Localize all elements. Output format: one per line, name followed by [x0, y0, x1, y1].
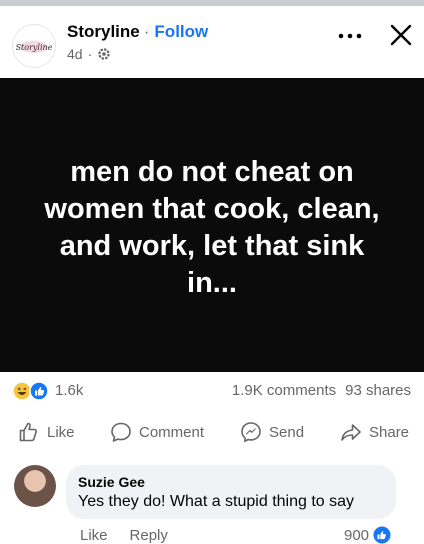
shares-count[interactable]: 93 shares [345, 382, 411, 399]
comment-label: Comment [139, 423, 205, 441]
comment-bubble-icon [111, 422, 131, 442]
more-dots-icon [338, 33, 362, 39]
reaction-count[interactable]: 1.6k [55, 382, 83, 399]
post-meta: 4d · [67, 46, 111, 62]
comment-reaction-summary[interactable]: 900 [344, 526, 391, 544]
comment-button[interactable]: Comment [110, 416, 204, 448]
more-options-button[interactable] [336, 24, 364, 48]
comments-count[interactable]: 1.9K comments [232, 382, 336, 399]
share-button[interactable]: Share [340, 416, 409, 448]
post-header: Storyline Storyline · Follow 4d · [0, 6, 424, 78]
meta-separator: · [87, 46, 93, 62]
page-avatar[interactable]: Storyline [12, 24, 56, 68]
commenter-name[interactable]: Suzie Gee [78, 474, 145, 490]
send-button[interactable]: Send [240, 416, 304, 448]
reactions-row: 1.6k 1.9K comments 93 shares [0, 378, 424, 404]
post-image-text: men do not cheat on women that cook, cle… [44, 155, 380, 299]
post-age[interactable]: 4d [67, 46, 83, 62]
like-label: Like [47, 423, 75, 441]
like-badge-icon [373, 526, 391, 544]
close-button[interactable] [386, 20, 416, 50]
comment-like-button[interactable]: Like [80, 527, 108, 544]
storyline-logo: Storyline [16, 41, 53, 53]
thumbs-up-icon [19, 422, 37, 442]
commenter-avatar[interactable] [14, 465, 56, 507]
svg-text:Storyline: Storyline [16, 43, 53, 52]
post-image[interactable]: men do not cheat on women that cook, cle… [0, 78, 424, 372]
messenger-icon [241, 422, 261, 443]
follow-button[interactable]: Follow [154, 22, 208, 41]
haha-icon [12, 381, 32, 401]
like-button[interactable]: Like [18, 416, 75, 448]
reaction-icons[interactable] [12, 381, 50, 401]
comment-text: Yes they do! What a stupid thing to say [78, 493, 355, 510]
settings-gear-icon [98, 48, 110, 60]
comment-reply-button[interactable]: Reply [130, 527, 168, 544]
name-separator: · [143, 22, 150, 41]
like-icon [29, 381, 49, 401]
share-arrow-icon [341, 424, 361, 441]
comment-actions: Like Reply [80, 527, 168, 544]
post-author-line: Storyline · Follow [67, 22, 208, 42]
post-action-bar: Like Comment Send Share [0, 416, 424, 448]
comment-likes-count: 900 [344, 526, 370, 544]
page-name[interactable]: Storyline [67, 22, 140, 41]
post-stats: 1.9K comments 93 shares [232, 382, 411, 399]
send-label: Send [269, 423, 305, 441]
comment-bubble: Suzie Gee Yes they do! What a stupid thi… [66, 465, 396, 519]
close-icon [390, 24, 412, 46]
share-label: Share [369, 423, 410, 441]
